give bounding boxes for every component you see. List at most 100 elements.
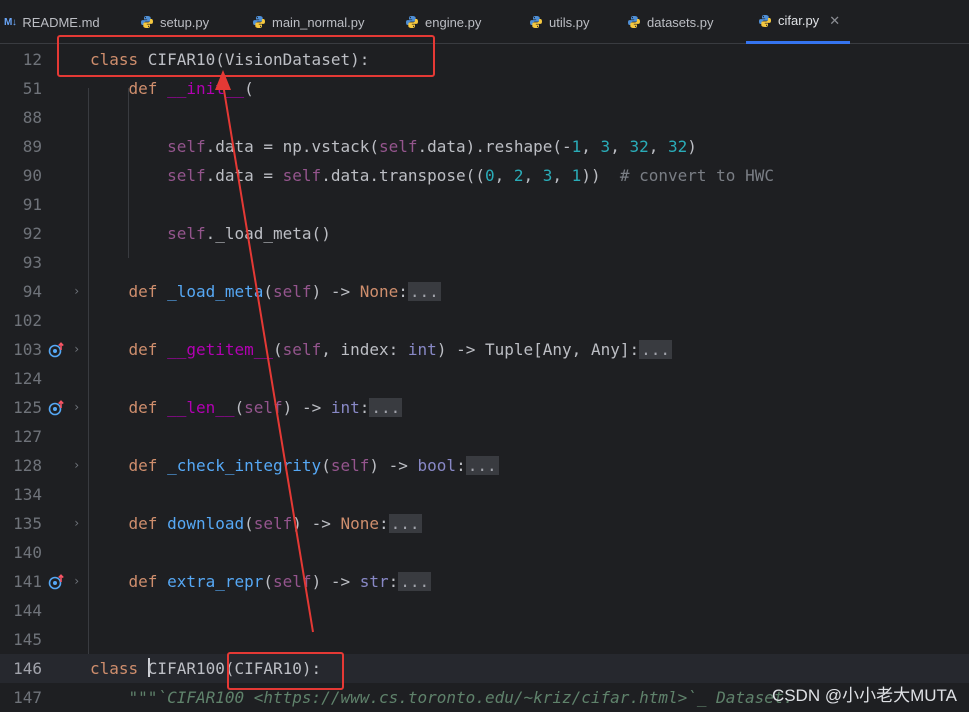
code-line[interactable]: 90 self.data = self.data.transpose((0, 2… <box>0 161 969 190</box>
line-number: 94 <box>22 282 42 301</box>
python-icon <box>252 15 266 29</box>
code-line[interactable]: 103 › def __getitem__(self, index: int) -… <box>0 335 969 364</box>
code-token: self <box>167 224 206 243</box>
annotation-box-parent-cifar10 <box>227 652 344 690</box>
code-line[interactable]: 145 <box>0 625 969 654</box>
code-token: 32 <box>667 137 688 156</box>
code-token: def <box>128 456 168 475</box>
code-line[interactable]: 140 <box>0 538 969 567</box>
code-token: ) -> <box>369 456 418 475</box>
override-method-icon[interactable] <box>48 573 66 591</box>
code-token: 1 <box>571 166 582 185</box>
code-line[interactable]: 125 › def __len__(self) -> int:... <box>0 393 969 422</box>
code-token: download <box>167 514 245 533</box>
code-line[interactable]: 146 class CIFAR100(CIFAR10): <box>0 654 969 683</box>
line-number: 128 <box>13 456 42 475</box>
tab-utils-py[interactable]: utils.py <box>529 0 589 44</box>
code-line[interactable]: 134 <box>0 480 969 509</box>
folded-code-placeholder[interactable]: ... <box>388 514 422 533</box>
line-number: 124 <box>13 369 42 388</box>
line-number: 141 <box>13 572 42 591</box>
code-token: def <box>128 79 168 98</box>
code-token: """`CIFAR100 <https://www.cs.toronto.edu… <box>128 688 794 707</box>
fold-chevron-icon[interactable]: › <box>73 335 83 364</box>
code-token: __len__ <box>167 398 235 417</box>
python-icon <box>140 15 154 29</box>
code-line[interactable]: 91 <box>0 190 969 219</box>
code-line[interactable]: 127 <box>0 422 969 451</box>
code-token: ._load_meta() <box>205 224 331 243</box>
code-editor[interactable]: 12 class CIFAR10(VisionDataset): 51 def __… <box>0 44 969 712</box>
tab-cifar-py[interactable]: cifar.py ✕ <box>746 0 851 44</box>
code-line[interactable]: 93 <box>0 248 969 277</box>
tab-label: engine.py <box>425 14 482 30</box>
folded-code-placeholder[interactable]: ... <box>639 340 673 359</box>
code-token: 1 <box>571 137 582 156</box>
fold-chevron-icon[interactable]: › <box>73 277 83 306</box>
code-line[interactable]: 94 › def _load_meta(self) -> None:... <box>0 277 969 306</box>
code-text: def extra_repr(self) -> str:... <box>90 567 432 596</box>
folded-code-placeholder[interactable]: ... <box>407 282 441 301</box>
line-number: 92 <box>22 224 42 243</box>
code-token: 3 <box>542 166 553 185</box>
fold-chevron-icon[interactable]: › <box>73 567 83 596</box>
folded-code-placeholder[interactable]: ... <box>369 398 403 417</box>
code-line[interactable]: 89 self.data = np.vstack(self.data).resh… <box>0 132 969 161</box>
tab-label: main_normal.py <box>272 14 365 30</box>
line-number: 125 <box>13 398 42 417</box>
code-text: def __init__( <box>90 74 254 103</box>
code-token: .data = np.vstack( <box>205 137 379 156</box>
code-token: ( <box>244 79 254 98</box>
code-text: self.data = self.data.transpose((0, 2, 3… <box>90 161 774 190</box>
code-token: self <box>378 137 418 156</box>
code-line[interactable]: 92 self._load_meta() <box>0 219 969 248</box>
fold-chevron-icon[interactable]: › <box>73 393 83 422</box>
code-token: None <box>340 514 379 533</box>
fold-chevron-icon[interactable]: › <box>73 451 83 480</box>
code-token: self <box>273 282 312 301</box>
code-token: , <box>610 137 630 156</box>
code-token: def <box>128 514 168 533</box>
code-line[interactable]: 128 › def _check_integrity(self) -> bool:… <box>0 451 969 480</box>
tab-label: setup.py <box>160 14 210 30</box>
override-method-icon[interactable] <box>48 341 66 359</box>
annotation-box-class-cifar10 <box>57 35 435 77</box>
code-line[interactable]: 144 <box>0 596 969 625</box>
code-text: def __getitem__(self, index: int) -> Tup… <box>90 335 673 364</box>
code-token: )) <box>581 166 620 185</box>
watermark: CSDN @小小老大MUTA <box>771 686 957 705</box>
line-number: 145 <box>13 630 42 649</box>
code-line[interactable]: 102 <box>0 306 969 335</box>
tab-label: datasets.py <box>647 14 714 30</box>
code-token: : <box>398 282 408 301</box>
code-token: , <box>494 166 514 185</box>
markdown-icon: M↓ <box>4 16 17 28</box>
code-line[interactable]: 124 <box>0 364 969 393</box>
code-token: __getitem__ <box>167 340 274 359</box>
close-icon[interactable]: ✕ <box>829 13 840 29</box>
code-token: self <box>282 166 322 185</box>
code-token: : <box>388 572 399 591</box>
code-token: self <box>282 340 322 359</box>
code-token: int <box>330 398 360 417</box>
code-token: def <box>128 398 168 417</box>
code-token: __init__ <box>167 79 245 98</box>
override-method-icon[interactable] <box>48 399 66 417</box>
code-token: .data.transpose(( <box>321 166 485 185</box>
line-number: 127 <box>13 427 42 446</box>
code-line[interactable]: 135 › def download(self) -> None:... <box>0 509 969 538</box>
code-token: .data).reshape(- <box>417 137 572 156</box>
fold-chevron-icon[interactable]: › <box>73 509 83 538</box>
folded-code-placeholder[interactable]: ... <box>398 572 432 591</box>
tab-datasets-py[interactable]: datasets.py <box>627 0 714 44</box>
line-number: 144 <box>13 601 42 620</box>
code-line[interactable]: 51 def __init__( <box>0 74 969 103</box>
code-line[interactable]: 88 <box>0 103 969 132</box>
folded-code-placeholder[interactable]: ... <box>465 456 499 475</box>
code-token: : <box>359 398 370 417</box>
code-line[interactable]: 141 › def extra_repr(self) -> str:... <box>0 567 969 596</box>
